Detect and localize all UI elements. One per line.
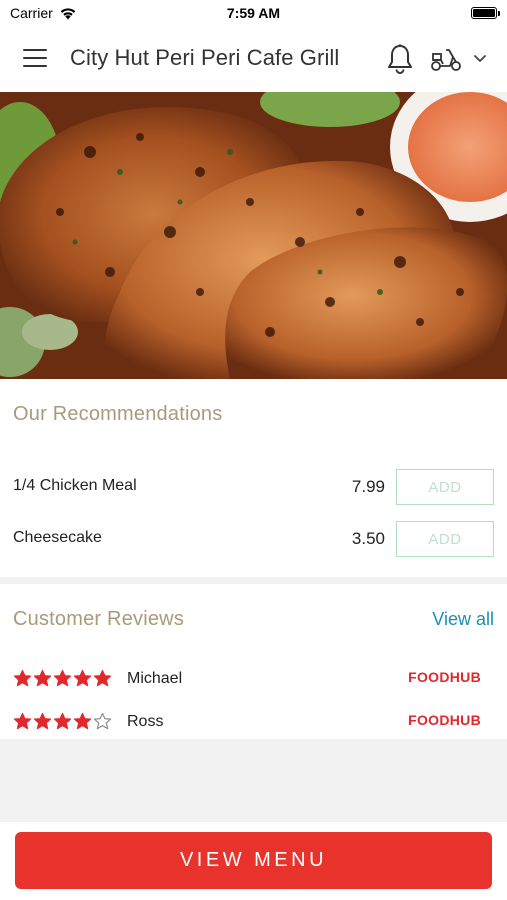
star-filled-icon (93, 669, 112, 687)
view-menu-button[interactable]: VIEW MENU (15, 832, 492, 889)
rating-stars (13, 669, 112, 688)
star-filled-icon (33, 669, 52, 687)
star-filled-icon (13, 669, 32, 687)
page-title: City Hut Peri Peri Cafe Grill (70, 45, 340, 70)
recommendation-item: Cheesecake 3.50 ADD (0, 521, 507, 561)
empty-area (0, 739, 507, 822)
add-button[interactable]: ADD (396, 521, 494, 557)
star-filled-icon (73, 712, 92, 730)
grilled-chicken-photo (0, 92, 507, 379)
wifi-icon (60, 7, 76, 19)
app-header: City Hut Peri Peri Cafe Grill (0, 26, 507, 92)
rating-stars (13, 712, 112, 731)
carrier-label: Carrier (10, 5, 53, 21)
hero-food-image (0, 92, 507, 379)
item-name: 1/4 Chicken Meal (13, 477, 137, 494)
status-bar: Carrier 7:59 AM (0, 0, 507, 26)
bell-icon[interactable] (386, 43, 414, 75)
battery-icon (471, 7, 500, 19)
foodhub-logo: FOODHUB (408, 712, 481, 728)
hamburger-menu-icon[interactable] (23, 49, 47, 67)
star-filled-icon (53, 669, 72, 687)
reviewer-name: Michael (127, 670, 183, 687)
star-filled-icon (53, 712, 72, 730)
section-divider (0, 577, 507, 584)
review-item: Michael FOODHUB (0, 666, 507, 696)
star-filled-icon (13, 712, 32, 730)
view-all-link[interactable]: View all (432, 609, 494, 630)
recommendations-title: Our Recommendations (13, 403, 223, 425)
chevron-down-icon[interactable] (472, 52, 488, 66)
star-filled-icon (33, 712, 52, 730)
review-item: Ross FOODHUB (0, 709, 507, 739)
item-name: Cheesecake (13, 529, 102, 546)
reviewer-name: Ross (127, 713, 164, 730)
reviews-title: Customer Reviews (13, 608, 185, 630)
star-filled-icon (73, 669, 92, 687)
status-left: Carrier (10, 5, 77, 21)
item-price: 3.50 (351, 529, 385, 548)
recommendation-item: 1/4 Chicken Meal 7.99 ADD (0, 469, 507, 509)
scooter-icon[interactable] (430, 46, 462, 72)
add-button[interactable]: ADD (396, 469, 494, 505)
star-empty-icon (93, 712, 112, 730)
foodhub-logo: FOODHUB (408, 669, 481, 685)
item-price: 7.99 (351, 477, 385, 496)
